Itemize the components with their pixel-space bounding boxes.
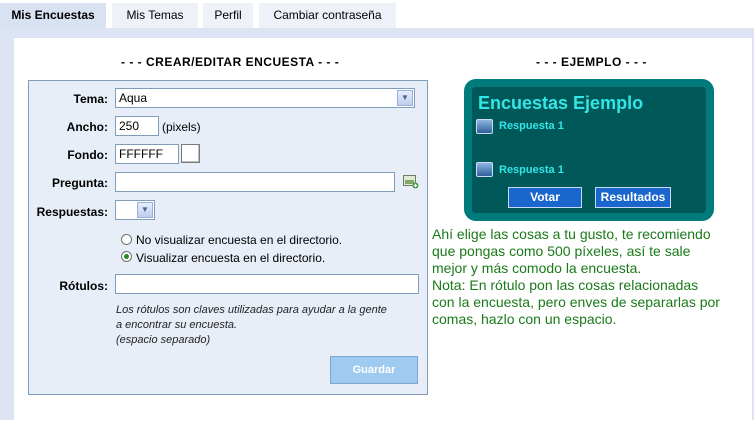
tab-perfil[interactable]: Perfil [203, 3, 253, 28]
form-section-title: - - - CREAR/EDITAR ENCUESTA - - - [121, 55, 340, 69]
background-label: Fondo: [67, 148, 108, 162]
radio-hide-directory[interactable] [121, 234, 132, 245]
example-poll-title: Encuestas Ejemplo [478, 93, 644, 113]
note-line: comas, hazlo con un espacio. [432, 311, 617, 327]
theme-select[interactable]: Aqua ▼ [115, 88, 415, 108]
note-line: con la encuesta, pero enves de separarla… [432, 294, 720, 310]
help-line: Los rótulos son claves utilizadas para a… [116, 304, 387, 316]
theme-select-value: Aqua [119, 91, 148, 105]
tags-input[interactable] [115, 274, 419, 294]
answers-label: Respuestas: [36, 205, 108, 219]
save-button[interactable]: Guardar [330, 356, 418, 384]
help-line: (espacio separado) [116, 334, 211, 346]
example-option-label: Respuesta 1 [499, 164, 564, 176]
answers-select[interactable]: ▼ [115, 200, 155, 220]
note-line: que pongas como 500 píxeles, así te sale [432, 243, 691, 259]
tab-mis-encuestas[interactable]: Mis Encuestas [0, 3, 106, 28]
color-picker-button[interactable] [181, 144, 200, 163]
radio-hide-label: No visualizar encuesta en el directorio. [136, 233, 343, 247]
radio-show-directory[interactable] [121, 251, 132, 262]
chevron-down-icon[interactable]: ▼ [397, 90, 413, 106]
tab-cambiar-contrasena[interactable]: Cambiar contraseña [259, 3, 396, 28]
question-label: Pregunta: [51, 176, 108, 190]
width-unit: (pixels) [162, 120, 201, 134]
help-line: a encontrar su encuesta. [116, 319, 238, 331]
width-label: Ancho: [66, 120, 108, 134]
example-section-title: - - - EJEMPLO - - - [536, 55, 647, 69]
radio-option-icon[interactable] [476, 162, 493, 177]
background-color-input[interactable]: FFFFFF [115, 144, 179, 164]
note-line: mejor y más comodo la encuesta. [432, 260, 642, 276]
width-input[interactable]: 250 [115, 116, 159, 136]
radio-show-label: Visualizar encuesta en el directorio. [136, 251, 326, 265]
note-line: Nota: En rótulo pon las cosas relacionad… [432, 277, 699, 293]
tab-mis-temas[interactable]: Mis Temas [112, 3, 198, 28]
radio-option-icon[interactable] [476, 119, 493, 134]
chevron-down-icon[interactable]: ▼ [137, 202, 153, 218]
vote-button[interactable]: Votar [508, 187, 582, 208]
theme-label: Tema: [73, 92, 108, 106]
instructions-note: Ahí elige las cosas a tu gusto, te recom… [432, 226, 754, 328]
question-input[interactable] [115, 172, 395, 192]
tags-help-text: Los rótulos son claves utilizadas para a… [116, 303, 416, 348]
image-add-icon[interactable] [403, 175, 419, 189]
tags-label: Rótulos: [59, 279, 108, 293]
note-line: Ahí elige las cosas a tu gusto, te recom… [432, 226, 711, 242]
example-option-label: Respuesta 1 [499, 120, 564, 132]
results-button[interactable]: Resultados [595, 187, 671, 208]
